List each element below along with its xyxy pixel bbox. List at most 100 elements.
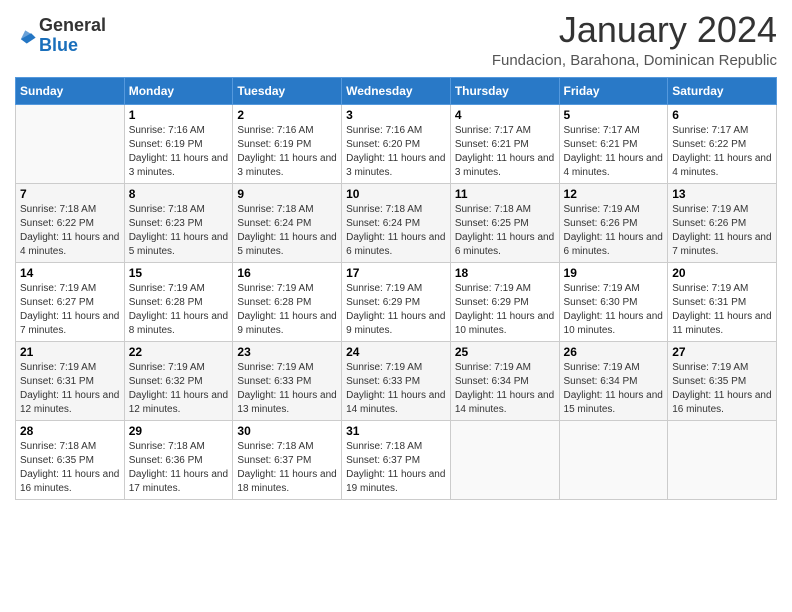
- day-number: 29: [129, 424, 229, 438]
- day-number: 30: [237, 424, 337, 438]
- day-info: Sunrise: 7:18 AMSunset: 6:24 PMDaylight:…: [346, 203, 446, 259]
- day-number: 1: [129, 108, 229, 122]
- calendar-cell-w3-d6: 20 Sunrise: 7:19 AMSunset: 6:31 PMDayligh…: [668, 262, 777, 341]
- header-wednesday: Wednesday: [342, 77, 451, 104]
- calendar-cell-w1-d0: [16, 104, 125, 183]
- day-number: 12: [564, 187, 664, 201]
- calendar-cell-w2-d5: 12Sunrise: 7:19 AMSunset: 6:26 PMDayligh…: [559, 183, 668, 262]
- calendar-cell-w4-d5: 26Sunrise: 7:19 AMSunset: 6:34 PMDayligh…: [559, 341, 668, 420]
- day-info: Sunrise: 7:18 AMSunset: 6:36 PMDaylight:…: [129, 440, 229, 496]
- day-info: Sunrise: 7:19 AMSunset: 6:26 PMDaylight:…: [672, 203, 772, 259]
- day-number: 6: [672, 108, 772, 122]
- logo-text-general: General: [39, 15, 106, 35]
- calendar-cell-w4-d6: 27 Sunrise: 7:19 AMSunset: 6:35 PMDayligh…: [668, 341, 777, 420]
- day-info: Sunrise: 7:19 AMSunset: 6:27 PMDaylight:…: [20, 282, 120, 338]
- calendar-cell-w1-d4: 4 Sunrise: 7:17 AMSunset: 6:21 PMDaylight…: [450, 104, 559, 183]
- calendar-cell-w3-d4: 18Sunrise: 7:19 AMSunset: 6:29 PMDayligh…: [450, 262, 559, 341]
- day-info: Sunrise: 7:19 AMSunset: 6:34 PMDaylight:…: [564, 361, 664, 417]
- header-monday: Monday: [124, 77, 233, 104]
- day-number: 11: [455, 187, 555, 201]
- day-info: Sunrise: 7:18 AMSunset: 6:35 PMDaylight:…: [20, 440, 120, 496]
- header-tuesday: Tuesday: [233, 77, 342, 104]
- header-thursday: Thursday: [450, 77, 559, 104]
- calendar-cell-w5-d2: 30Sunrise: 7:18 AMSunset: 6:37 PMDayligh…: [233, 420, 342, 499]
- day-info: Sunrise: 7:19 AMSunset: 6:31 PMDaylight:…: [20, 361, 120, 417]
- week-row-2: 7Sunrise: 7:18 AMSunset: 6:22 PMDaylight…: [16, 183, 777, 262]
- day-number: 14: [20, 266, 120, 280]
- calendar-cell-w1-d6: 6 Sunrise: 7:17 AMSunset: 6:22 PMDaylight…: [668, 104, 777, 183]
- day-info: Sunrise: 7:19 AMSunset: 6:33 PMDaylight:…: [237, 361, 337, 417]
- calendar-cell-w5-d6: [668, 420, 777, 499]
- day-info: Sunrise: 7:19 AMSunset: 6:29 PMDaylight:…: [346, 282, 446, 338]
- calendar-cell-w4-d2: 23 Sunrise: 7:19 AMSunset: 6:33 PMDayligh…: [233, 341, 342, 420]
- day-number: 3: [346, 108, 446, 122]
- calendar-cell-w5-d0: 28 Sunrise: 7:18 AMSunset: 6:35 PMDayligh…: [16, 420, 125, 499]
- calendar-cell-w4-d3: 24Sunrise: 7:19 AMSunset: 6:33 PMDayligh…: [342, 341, 451, 420]
- day-number: 13: [672, 187, 772, 201]
- day-info: Sunrise: 7:19 AMSunset: 6:31 PMDaylight:…: [672, 282, 772, 338]
- day-info: Sunrise: 7:19 AMSunset: 6:30 PMDaylight:…: [564, 282, 664, 338]
- day-info: Sunrise: 7:18 AMSunset: 6:23 PMDaylight:…: [129, 203, 229, 259]
- day-info: Sunrise: 7:19 AMSunset: 6:35 PMDaylight:…: [672, 361, 772, 417]
- week-row-3: 14 Sunrise: 7:19 AMSunset: 6:27 PMDayligh…: [16, 262, 777, 341]
- logo: General Blue: [15, 10, 106, 56]
- calendar-cell-w3-d2: 16 Sunrise: 7:19 AMSunset: 6:28 PMDayligh…: [233, 262, 342, 341]
- calendar-cell-w3-d0: 14 Sunrise: 7:19 AMSunset: 6:27 PMDayligh…: [16, 262, 125, 341]
- day-number: 16: [237, 266, 337, 280]
- day-number: 25: [455, 345, 555, 359]
- week-row-1: 1 Sunrise: 7:16 AMSunset: 6:19 PMDaylight…: [16, 104, 777, 183]
- header: General Blue January 2024 Fundacion, Bar…: [15, 10, 777, 69]
- day-number: 8: [129, 187, 229, 201]
- calendar-cell-w1-d5: 5Sunrise: 7:17 AMSunset: 6:21 PMDaylight…: [559, 104, 668, 183]
- week-row-5: 28 Sunrise: 7:18 AMSunset: 6:35 PMDayligh…: [16, 420, 777, 499]
- calendar-cell-w4-d1: 22 Sunrise: 7:19 AMSunset: 6:32 PMDayligh…: [124, 341, 233, 420]
- day-info: Sunrise: 7:19 AMSunset: 6:33 PMDaylight:…: [346, 361, 446, 417]
- day-info: Sunrise: 7:19 AMSunset: 6:32 PMDaylight:…: [129, 361, 229, 417]
- day-number: 19: [564, 266, 664, 280]
- calendar-cell-w2-d2: 9 Sunrise: 7:18 AMSunset: 6:24 PMDaylight…: [233, 183, 342, 262]
- calendar-cell-w1-d2: 2Sunrise: 7:16 AMSunset: 6:19 PMDaylight…: [233, 104, 342, 183]
- calendar-cell-w5-d3: 31 Sunrise: 7:18 AMSunset: 6:37 PMDayligh…: [342, 420, 451, 499]
- logo-icon: [15, 23, 37, 45]
- calendar-cell-w3-d5: 19 Sunrise: 7:19 AMSunset: 6:30 PMDayligh…: [559, 262, 668, 341]
- location-title: Fundacion, Barahona, Dominican Republic: [492, 52, 777, 69]
- day-number: 15: [129, 266, 229, 280]
- day-info: Sunrise: 7:19 AMSunset: 6:34 PMDaylight:…: [455, 361, 555, 417]
- header-friday: Friday: [559, 77, 668, 104]
- calendar-cell-w2-d3: 10Sunrise: 7:18 AMSunset: 6:24 PMDayligh…: [342, 183, 451, 262]
- calendar-cell-w2-d0: 7Sunrise: 7:18 AMSunset: 6:22 PMDaylight…: [16, 183, 125, 262]
- day-number: 28: [20, 424, 120, 438]
- day-number: 22: [129, 345, 229, 359]
- day-info: Sunrise: 7:18 AMSunset: 6:24 PMDaylight:…: [237, 203, 337, 259]
- calendar-cell-w5-d4: [450, 420, 559, 499]
- week-row-4: 21 Sunrise: 7:19 AMSunset: 6:31 PMDayligh…: [16, 341, 777, 420]
- day-info: Sunrise: 7:18 AMSunset: 6:37 PMDaylight:…: [346, 440, 446, 496]
- day-info: Sunrise: 7:17 AMSunset: 6:21 PMDaylight:…: [564, 124, 664, 180]
- day-number: 20: [672, 266, 772, 280]
- day-number: 23: [237, 345, 337, 359]
- day-number: 7: [20, 187, 120, 201]
- day-info: Sunrise: 7:19 AMSunset: 6:28 PMDaylight:…: [237, 282, 337, 338]
- calendar-cell-w5-d1: 29 Sunrise: 7:18 AMSunset: 6:36 PMDayligh…: [124, 420, 233, 499]
- day-number: 9: [237, 187, 337, 201]
- day-info: Sunrise: 7:16 AMSunset: 6:19 PMDaylight:…: [129, 124, 229, 180]
- day-number: 4: [455, 108, 555, 122]
- calendar-cell-w1-d3: 3Sunrise: 7:16 AMSunset: 6:20 PMDaylight…: [342, 104, 451, 183]
- title-area: January 2024 Fundacion, Barahona, Domini…: [492, 10, 777, 69]
- calendar-cell-w2-d4: 11 Sunrise: 7:18 AMSunset: 6:25 PMDayligh…: [450, 183, 559, 262]
- calendar-cell-w2-d6: 13 Sunrise: 7:19 AMSunset: 6:26 PMDayligh…: [668, 183, 777, 262]
- header-saturday: Saturday: [668, 77, 777, 104]
- day-info: Sunrise: 7:17 AMSunset: 6:22 PMDaylight:…: [672, 124, 772, 180]
- calendar-cell-w5-d5: [559, 420, 668, 499]
- calendar-cell-w4-d0: 21 Sunrise: 7:19 AMSunset: 6:31 PMDayligh…: [16, 341, 125, 420]
- day-info: Sunrise: 7:17 AMSunset: 6:21 PMDaylight:…: [455, 124, 555, 180]
- calendar-cell-w3-d1: 15 Sunrise: 7:19 AMSunset: 6:28 PMDayligh…: [124, 262, 233, 341]
- day-info: Sunrise: 7:16 AMSunset: 6:19 PMDaylight:…: [237, 124, 337, 180]
- header-sunday: Sunday: [16, 77, 125, 104]
- day-number: 27: [672, 345, 772, 359]
- calendar-cell-w1-d1: 1 Sunrise: 7:16 AMSunset: 6:19 PMDaylight…: [124, 104, 233, 183]
- day-number: 31: [346, 424, 446, 438]
- day-number: 21: [20, 345, 120, 359]
- day-info: Sunrise: 7:18 AMSunset: 6:25 PMDaylight:…: [455, 203, 555, 259]
- day-info: Sunrise: 7:19 AMSunset: 6:28 PMDaylight:…: [129, 282, 229, 338]
